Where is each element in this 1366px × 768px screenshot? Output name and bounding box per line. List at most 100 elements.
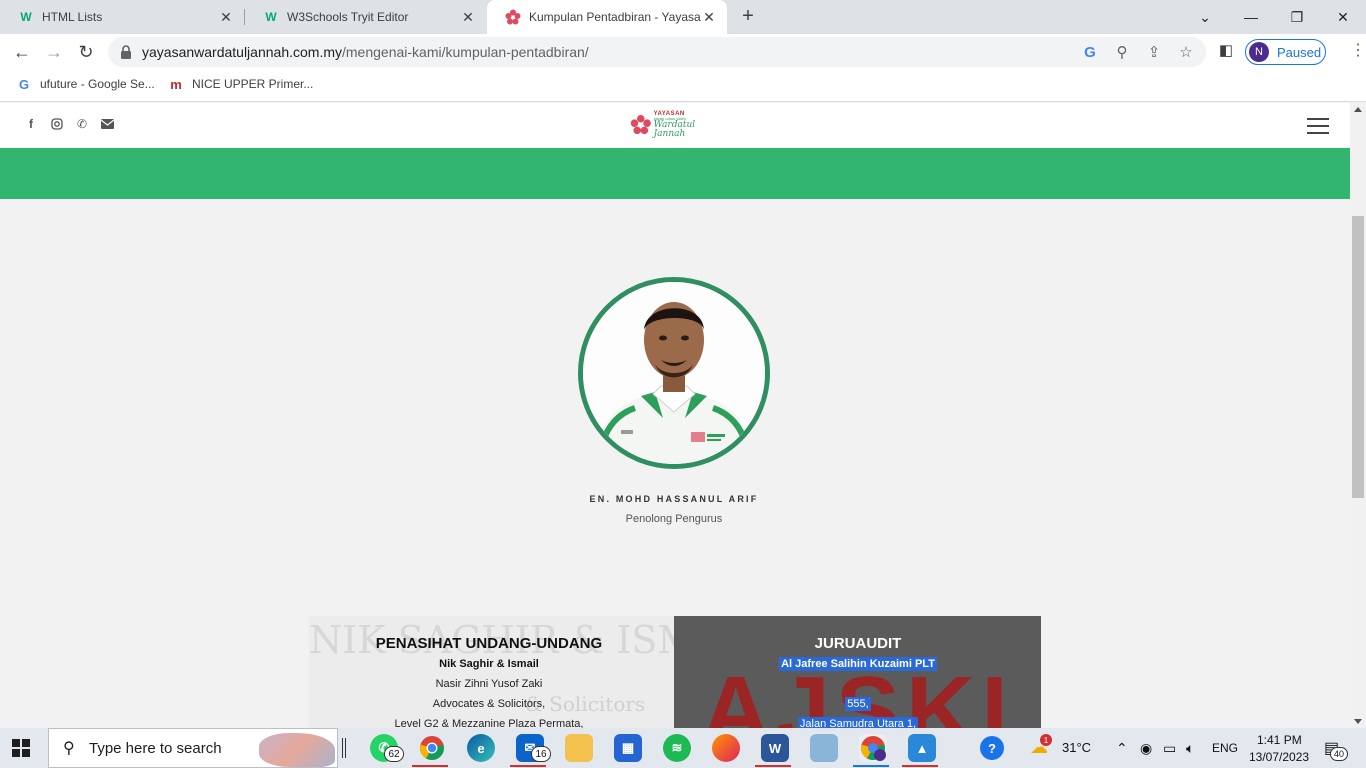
windows-start-icon[interactable] [12,739,30,757]
logo-line-3: Wardatul Jannah [653,120,696,139]
microsoft-store-icon[interactable]: ▦ [614,734,642,762]
auditor-card: AJSKI JURUAUDIT Al Jafree Salihin Kuzaim… [674,616,1041,728]
tab-title: HTML Lists [42,10,103,24]
tab-tryit-editor[interactable]: W W3Schools Tryit Editor ✕ [245,0,486,34]
legal-adviser-title: PENASIHAT UNDANG-UNDANG [375,635,603,652]
avatar: N [1249,42,1269,62]
clock-date[interactable]: 13/07/2023 [1249,750,1309,764]
google-icon: G [18,76,30,92]
tab-title: W3Schools Tryit Editor [287,10,409,24]
profile-button[interactable]: N Paused [1245,39,1326,65]
volume-icon[interactable]: 🔈︎ [1186,740,1194,757]
chrome-active-indicator [853,765,889,767]
notes-app-icon[interactable] [810,734,838,762]
facebook-icon[interactable]: f [24,117,38,131]
battery-icon[interactable]: ▭ [1163,740,1176,757]
chrome-profile-icon[interactable] [859,734,887,762]
url-path: /mengenai-kami/kumpulan-pentadbiran/ [342,44,589,60]
share-icon[interactable]: ⇪ [1144,42,1164,62]
task-view-icon[interactable] [342,738,346,758]
address-bar[interactable]: yayasanwardatuljannah.com.my/mengenai-ka… [108,37,1206,67]
auditor-line-2-row: Jalan Samudra Utara 1, [678,717,1038,728]
logo-text: YAYASAN sayap untuk yatim Wardatul Janna… [654,111,722,139]
nice-m-icon: m [170,76,182,92]
yayasan-flower-icon [505,9,521,25]
word-running-indicator [755,765,791,767]
chrome-icon[interactable] [418,734,446,762]
legal-firm-name: Nik Saghir & Ismail [439,658,539,670]
browser-menu-icon[interactable]: ⋮ [1350,40,1366,60]
auditor-line-2: Jalan Samudra Utara 1, [797,717,919,728]
tab-html-lists[interactable]: W HTML Lists ✕ [0,0,244,34]
help-icon[interactable]: ? [980,736,1004,760]
bookmark-label: ufuture - Google Se... [40,77,155,91]
tab-kumpulan-pentadbiran[interactable]: Kumpulan Pentadbiran - Yayasan ✕ [487,0,727,34]
bookmarks-bar: G ufuture - Google Se... m NICE UPPER Pr… [0,70,1366,102]
person-portrait-icon [583,282,765,464]
auditor-line-1-row: 555, [678,697,1038,711]
file-explorer-icon[interactable] [565,734,593,762]
windows-taskbar: ⚲ Type here to search ✆ 62 e ✉ 16 ▦ ≋ W … [0,728,1366,768]
site-header: f ✆ YAYASAN sayap untuk yatim Wardatul J… [0,103,1350,148]
page-scrollbar[interactable] [1350,103,1366,728]
email-icon[interactable] [100,117,114,131]
bookmark-ufuture[interactable]: G ufuture - Google Se... [16,76,155,92]
google-translate-icon[interactable]: G [1080,42,1100,62]
hamburger-menu-icon[interactable] [1307,118,1329,134]
taskbar-search-box[interactable]: ⚲ Type here to search [48,728,338,768]
lock-icon[interactable] [118,44,134,60]
camera-icon[interactable]: ◉ [1140,740,1152,757]
legal-adviser-card: NIK SAGHIR & ISMAIL & Solicitors PENASIH… [309,616,674,728]
search-highlight-image [259,733,335,767]
tab-search-chevron-icon[interactable]: ⌄ [1182,0,1228,34]
phone-icon[interactable]: ✆ [75,117,89,131]
yayasan-logo[interactable]: YAYASAN sayap untuk yatim Wardatul Janna… [630,111,722,139]
new-tab-button[interactable]: + [738,5,758,29]
member-name: EN. MOHD HASSANUL ARIF [589,494,759,504]
scroll-down-arrow-icon[interactable] [1354,719,1362,724]
reload-icon[interactable]: ↻ [74,40,98,64]
browser-tab-strip: W HTML Lists ✕ W W3Schools Tryit Editor … [0,0,1366,34]
auditor-title: JURUAUDIT [814,635,902,652]
mail-running-indicator [510,765,546,767]
bookmark-label: NICE UPPER Primer... [192,77,314,91]
scroll-up-arrow-icon[interactable] [1354,107,1362,112]
search-placeholder: Type here to search [89,739,222,757]
weather-temperature[interactable]: 31°C [1062,740,1091,755]
clock-time[interactable]: 1:41 PM [1257,733,1302,747]
language-indicator[interactable]: ENG [1212,741,1238,755]
photos-running-indicator [902,765,938,767]
close-tab-icon[interactable]: ✕ [218,9,234,26]
auditor-firm-name: Al Jafree Salihin Kuzaimi PLT [779,657,937,671]
url-domain: yayasanwardatuljannah.com.my [142,44,342,60]
spotify-icon[interactable]: ≋ [663,734,691,762]
title-banner [0,148,1350,199]
scrollbar-thumb[interactable] [1352,216,1364,498]
minimize-button[interactable]: — [1228,0,1274,34]
firefox-icon[interactable] [712,734,740,762]
edge-icon[interactable]: e [467,734,495,762]
legal-line-1: Nasir Zihni Yusof Zaki [435,678,543,690]
weather-alert-badge: 1 [1040,734,1052,746]
close-window-button[interactable]: ✕ [1320,0,1366,34]
photos-icon[interactable]: ▲ [908,734,936,762]
browser-toolbar: ← → ↻ yayasanwardatuljannah.com.my/menge… [0,34,1366,70]
word-icon[interactable]: W [761,734,789,762]
bookmark-star-icon[interactable]: ☆ [1176,42,1196,62]
bookmark-nice-upper[interactable]: m NICE UPPER Primer... [168,76,313,92]
forward-arrow-icon[interactable]: → [42,40,66,64]
chevron-up-icon[interactable]: ⌃ [1116,740,1128,757]
close-tab-icon[interactable]: ✕ [460,9,476,26]
w3schools-icon: W [20,10,32,24]
zoom-icon[interactable]: ⚲ [1112,42,1132,62]
page-viewport: f ✆ YAYASAN sayap untuk yatim Wardatul J… [0,103,1350,728]
close-tab-icon[interactable]: ✕ [701,9,717,26]
profile-status: Paused [1277,44,1322,60]
url-text: yayasanwardatuljannah.com.my/mengenai-ka… [142,44,589,60]
instagram-icon[interactable] [50,117,64,131]
mail-badge: 16 [531,746,551,762]
restore-button[interactable]: ❐ [1274,0,1320,34]
legal-line-3: Level G2 & Mezzanine Plaza Permata, [394,718,584,728]
side-panel-icon[interactable]: ◧ [1216,40,1236,60]
back-arrow-icon[interactable]: ← [10,40,34,64]
